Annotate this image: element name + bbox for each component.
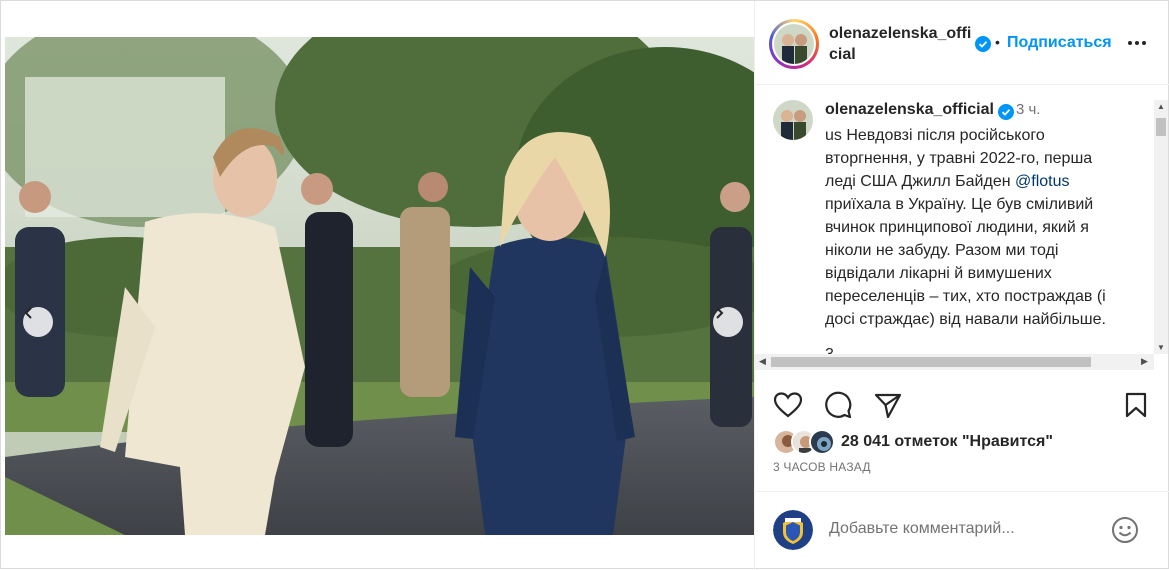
- caption-avatar[interactable]: [773, 100, 813, 140]
- horizontal-scrollbar[interactable]: ◀ ▶: [755, 354, 1154, 370]
- carousel-next-button[interactable]: [713, 307, 743, 337]
- emoji-icon[interactable]: [1111, 516, 1139, 544]
- current-user-avatar: [773, 510, 813, 550]
- caption-text: us Невдовзі після російського вторгнення…: [825, 127, 1106, 328]
- comment-button[interactable]: [823, 390, 853, 420]
- header-separator: •: [995, 34, 1000, 50]
- photo-illustration: [5, 37, 754, 535]
- share-button[interactable]: [873, 390, 903, 420]
- like-button[interactable]: [773, 390, 803, 420]
- comment-input[interactable]: [829, 520, 1089, 538]
- avatar-image: [774, 24, 814, 64]
- chevron-right-icon: [716, 307, 724, 319]
- post-timestamp[interactable]: 3 ЧАСОВ НАЗАД: [773, 460, 871, 474]
- mention-link[interactable]: @flotus: [1015, 173, 1069, 190]
- action-bar: [755, 386, 1169, 426]
- more-horizontal-icon: [1128, 41, 1146, 45]
- comment-form: [755, 491, 1169, 569]
- profile-avatar[interactable]: [769, 19, 819, 69]
- share-icon: [874, 393, 902, 418]
- chevron-left-icon: [24, 307, 32, 319]
- more-options-button[interactable]: [1125, 31, 1149, 55]
- carousel-prev-button[interactable]: [23, 307, 53, 337]
- post-time[interactable]: 3 ч.: [1016, 101, 1041, 118]
- header-username[interactable]: olenazelenska_official: [829, 23, 979, 65]
- follow-button[interactable]: Подписаться: [1007, 34, 1112, 52]
- caption-section: olenazelenska_official 3 ч. us Невдовзі п…: [755, 86, 1169, 371]
- bookmark-icon: [1125, 392, 1147, 418]
- post-header: olenazelenska_official • Подписаться: [755, 1, 1169, 85]
- verified-badge-icon: [975, 36, 991, 52]
- post-frame: olenazelenska_official • Подписаться ole…: [0, 0, 1169, 570]
- heart-icon: [774, 392, 802, 418]
- verified-badge-icon: [998, 104, 1014, 120]
- post-image[interactable]: [5, 37, 754, 535]
- caption-username[interactable]: olenazelenska_official: [825, 101, 994, 118]
- post-sidebar: olenazelenska_official • Подписаться ole…: [754, 1, 1169, 570]
- liker-avatar: [809, 429, 835, 455]
- likes-count[interactable]: 28 041 отметок "Нравится": [841, 433, 1053, 451]
- save-button[interactable]: [1121, 390, 1151, 420]
- vertical-scrollbar[interactable]: ▲ ▼: [1154, 100, 1168, 354]
- comment-icon: [825, 391, 852, 419]
